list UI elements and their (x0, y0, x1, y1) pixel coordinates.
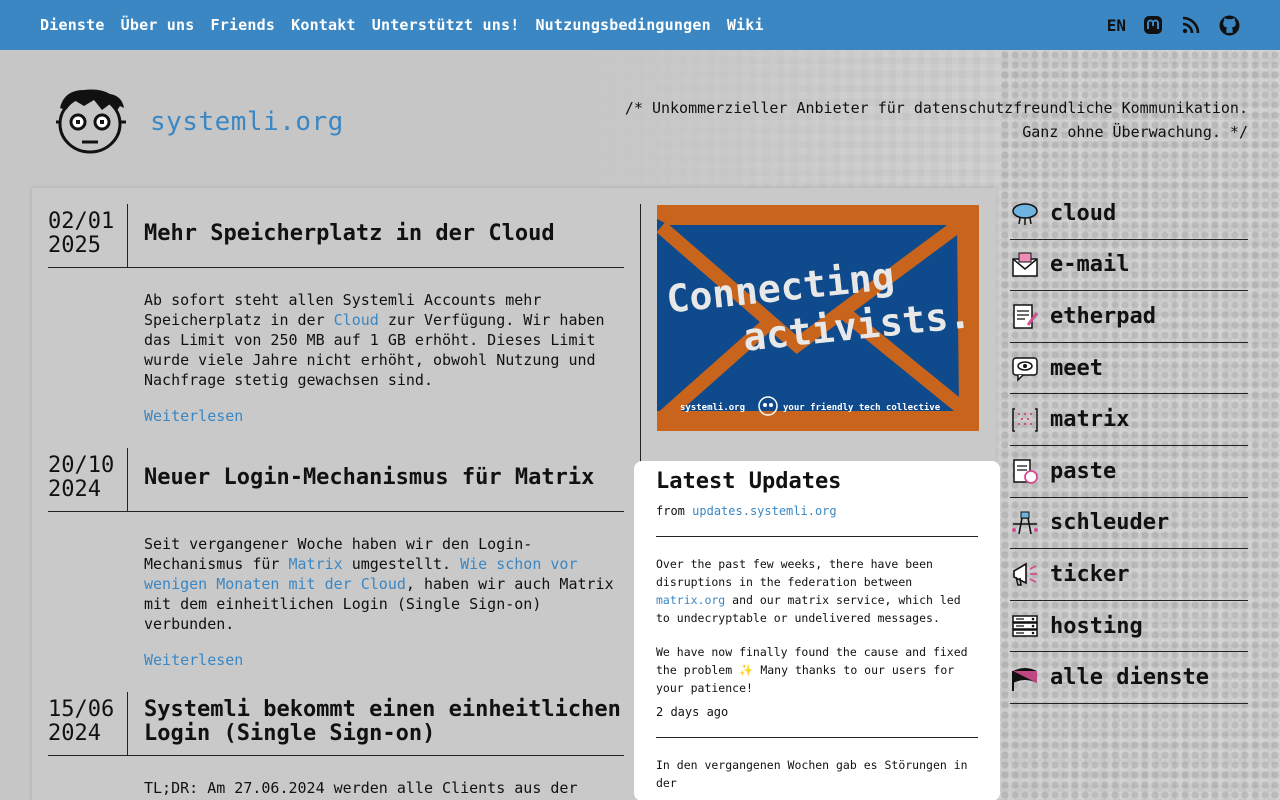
service-alle-dienste[interactable]: alle dienste (1010, 652, 1248, 704)
nav-link-friends[interactable]: Friends (210, 16, 275, 34)
nav-link-nutzungsbedingungen[interactable]: Nutzungsbedingungen (535, 16, 710, 34)
matrix-org-link[interactable]: matrix.org (656, 593, 725, 607)
article-header: 15/06 2024 Systemli bekommt einen einhei… (48, 692, 624, 756)
read-more-link[interactable]: Weiterlesen (144, 406, 243, 426)
article-title[interactable]: Mehr Speicherplatz in der Cloud (128, 204, 624, 267)
service-label: hosting (1050, 613, 1143, 639)
article-date: 15/06 2024 (48, 692, 128, 755)
service-paste[interactable]: paste (1010, 446, 1248, 498)
nav-right: EN (1107, 14, 1240, 36)
connecting-activists-banner[interactable]: Connecting activists. systemli.org your … (657, 205, 979, 431)
pad-icon (1010, 301, 1040, 331)
server-icon (1010, 611, 1040, 641)
site-name[interactable]: systemli.org (150, 107, 344, 137)
article-date-year: 2025 (48, 233, 101, 258)
nav-link-ueber-uns[interactable]: Über uns (121, 16, 195, 34)
article-date: 02/01 2025 (48, 204, 128, 267)
github-icon[interactable] (1218, 14, 1240, 36)
main-panel: 02/01 2025 Mehr Speicherplatz in der Clo… (32, 188, 1000, 800)
article-body: Ab sofort steht allen Systemli Accounts … (48, 268, 624, 426)
tagline: /* Unkommerzieller Anbieter für datensch… (625, 96, 1248, 144)
service-label: etherpad (1050, 303, 1156, 329)
news-column: 02/01 2025 Mehr Speicherplatz in der Clo… (48, 204, 624, 800)
updates-source: from updates.systemli.org (656, 504, 978, 518)
news-article: 15/06 2024 Systemli bekommt einen einhei… (48, 692, 624, 798)
article-body: TL;DR: Am 27.06.2024 werden alle Clients… (48, 756, 624, 798)
updates-title: Latest Updates (656, 469, 842, 494)
flag-icon (1010, 663, 1040, 693)
service-label: meet (1050, 355, 1103, 381)
updates-source-link[interactable]: updates.systemli.org (692, 504, 837, 518)
site-logo[interactable]: systemli.org (50, 86, 344, 158)
article-header: 20/10 2024 Neuer Login-Mechanismus für M… (48, 448, 624, 512)
tagline-line-1: /* Unkommerzieller Anbieter für datensch… (624, 99, 1248, 117)
update-post-text: Over the past few weeks, there have been… (656, 555, 978, 627)
latest-updates-card: Latest Updates from updates.systemli.org… (634, 461, 1000, 800)
news-article: 02/01 2025 Mehr Speicherplatz in der Clo… (48, 204, 624, 426)
article-date-year: 2024 (48, 721, 101, 746)
article-text: TL;DR: Am 27.06.2024 werden alle Clients… (144, 779, 578, 797)
banner-footer-right: your friendly tech collective (783, 402, 941, 413)
service-email[interactable]: e-mail (1010, 240, 1248, 292)
schleuder-icon (1010, 508, 1040, 538)
update-timestamp: 2 days ago (656, 705, 729, 719)
service-label: schleuder (1050, 510, 1170, 536)
nav-link-kontakt[interactable]: Kontakt (291, 16, 356, 34)
article-body: Seit vergangener Woche haben wir den Log… (48, 512, 624, 670)
rss-icon[interactable] (1180, 14, 1202, 36)
nav-link-wiki[interactable]: Wiki (727, 16, 764, 34)
updates-divider (656, 737, 978, 738)
service-hosting[interactable]: hosting (1010, 601, 1248, 653)
article-date-year: 2024 (48, 477, 101, 502)
service-matrix[interactable]: matrix (1010, 394, 1248, 446)
cloud-icon (1010, 198, 1040, 228)
services-list: cloud e-mail etherpad meet matrix paste (1010, 188, 1248, 704)
envelope-illustration: Connecting activists. systemli.org your … (657, 205, 979, 431)
language-switch[interactable]: EN (1107, 16, 1126, 35)
tagline-line-2: Ganz ohne Überwachung. */ (1022, 123, 1248, 141)
mastodon-icon[interactable] (1142, 14, 1164, 36)
update-text: Over the past few weeks, there have been… (656, 557, 933, 589)
article-date: 20/10 2024 (48, 448, 128, 511)
service-ticker[interactable]: ticker (1010, 549, 1248, 601)
service-label: paste (1050, 458, 1117, 484)
paste-icon (1010, 456, 1040, 486)
article-header: 02/01 2025 Mehr Speicherplatz in der Clo… (48, 204, 624, 268)
service-etherpad[interactable]: etherpad (1010, 291, 1248, 343)
article-title[interactable]: Neuer Login-Mechanismus für Matrix (128, 448, 624, 511)
service-label: alle dienste (1050, 665, 1209, 691)
updates-divider (656, 536, 978, 537)
megaphone-icon (1010, 559, 1040, 589)
article-date-day-month: 15/06 (48, 697, 115, 722)
matrix-link[interactable]: Matrix (289, 555, 343, 573)
service-label: ticker (1050, 561, 1130, 587)
nav-link-unterstuetzt-uns[interactable]: Unterstützt uns! (372, 16, 520, 34)
service-label: matrix (1050, 407, 1130, 433)
service-schleuder[interactable]: schleuder (1010, 498, 1248, 550)
service-label: cloud (1050, 200, 1117, 226)
matrix-icon (1010, 405, 1040, 435)
nav-link-dienste[interactable]: Dienste (40, 16, 105, 34)
top-navigation: Dienste Über uns Friends Kontakt Unterst… (0, 0, 1280, 50)
read-more-link[interactable]: Weiterlesen (144, 650, 243, 670)
updates-from-label: from (656, 504, 685, 518)
eye-icon (1010, 353, 1040, 383)
service-cloud[interactable]: cloud (1010, 188, 1248, 240)
nav-links: Dienste Über uns Friends Kontakt Unterst… (40, 16, 764, 34)
update-post-text-3: In den vergangenen Wochen gab es Störung… (656, 758, 968, 790)
update-post-text-2: We have now finally found the cause and … (656, 645, 968, 695)
article-text: umgestellt. (342, 555, 461, 573)
cloud-link[interactable]: Cloud (334, 311, 379, 329)
banner-footer-left: systemli.org (680, 402, 745, 413)
envelope-icon (1010, 250, 1040, 280)
article-date-day-month: 20/10 (48, 453, 115, 478)
service-label: e-mail (1050, 252, 1130, 278)
logo-face-icon (56, 89, 126, 154)
service-meet[interactable]: meet (1010, 343, 1248, 395)
news-article: 20/10 2024 Neuer Login-Mechanismus für M… (48, 448, 624, 670)
article-date-day-month: 02/01 (48, 209, 115, 234)
article-title[interactable]: Systemli bekommt einen einheitlichen Log… (128, 692, 624, 755)
